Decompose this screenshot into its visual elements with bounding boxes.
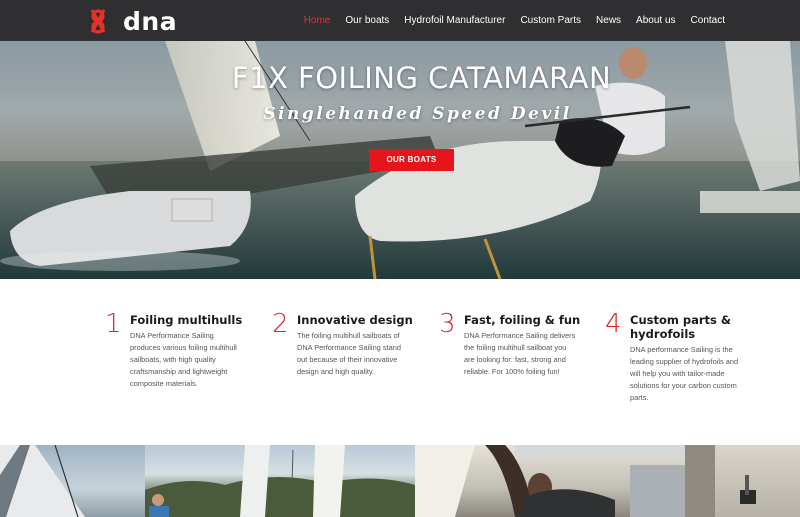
photo-gallery — [0, 445, 800, 517]
nav-custom-parts[interactable]: Custom Parts — [520, 15, 581, 26]
features-section: 1 Foiling multihulls DNA Performance Sai… — [0, 279, 800, 445]
gallery-photo-image — [415, 445, 685, 517]
hero-subtitle: Singlehanded Speed Devil — [263, 104, 572, 124]
gallery-photo-regatta[interactable] — [145, 445, 415, 517]
feature-title: Custom parts & hydrofoils — [630, 313, 731, 341]
feature-description: DNA Performance Sailing produces various… — [130, 331, 237, 388]
nav-home[interactable]: Home — [304, 15, 331, 26]
feature-title: Fast, foiling & fun — [464, 313, 581, 327]
nav-hydrofoil-manufacturer[interactable]: Hydrofoil Manufacturer — [404, 15, 505, 26]
gallery-photo-image — [145, 445, 415, 517]
feature-title: Foiling multihulls — [130, 313, 243, 327]
nav-our-boats[interactable]: Our boats — [345, 15, 389, 26]
dna-helix-icon — [90, 9, 106, 34]
nav-news[interactable]: News — [596, 15, 621, 26]
gallery-photo-image — [0, 445, 85, 517]
gallery-photo-parts[interactable] — [685, 445, 800, 517]
logo-wordmark: dna — [123, 6, 178, 36]
feature-title: Innovative design — [297, 313, 413, 327]
hero-title: F1X FOILING CATAMARAN — [231, 61, 612, 95]
hero-banner: F1X FOILING CATAMARAN Singlehanded Speed… — [0, 41, 800, 279]
gallery-photo-image — [685, 445, 756, 517]
feature-number: 4 — [605, 309, 622, 339]
our-boats-button[interactable]: OUR BOATS — [369, 149, 454, 171]
feature-number: 1 — [105, 309, 122, 339]
nav-contact[interactable]: Contact — [691, 15, 725, 26]
feature-number: 2 — [272, 309, 289, 339]
dna-logo[interactable]: dna — [90, 6, 177, 36]
gallery-photo-workshop[interactable] — [415, 445, 685, 517]
nav-about-us[interactable]: About us — [636, 15, 675, 26]
feature-description: DNA Performance Sailing delivers the foi… — [464, 331, 576, 376]
main-nav: Home Our boats Hydrofoil Manufacturer Cu… — [289, 0, 725, 41]
feature-number: 3 — [439, 309, 456, 339]
feature-description: The foiling multihull sailboats of DNA P… — [297, 331, 401, 376]
feature-description: DNA performance Sailing is the leading s… — [630, 345, 739, 402]
gallery-photo-sailing[interactable] — [0, 445, 145, 517]
site-header: dna Home Our boats Hydrofoil Manufacture… — [0, 0, 800, 41]
